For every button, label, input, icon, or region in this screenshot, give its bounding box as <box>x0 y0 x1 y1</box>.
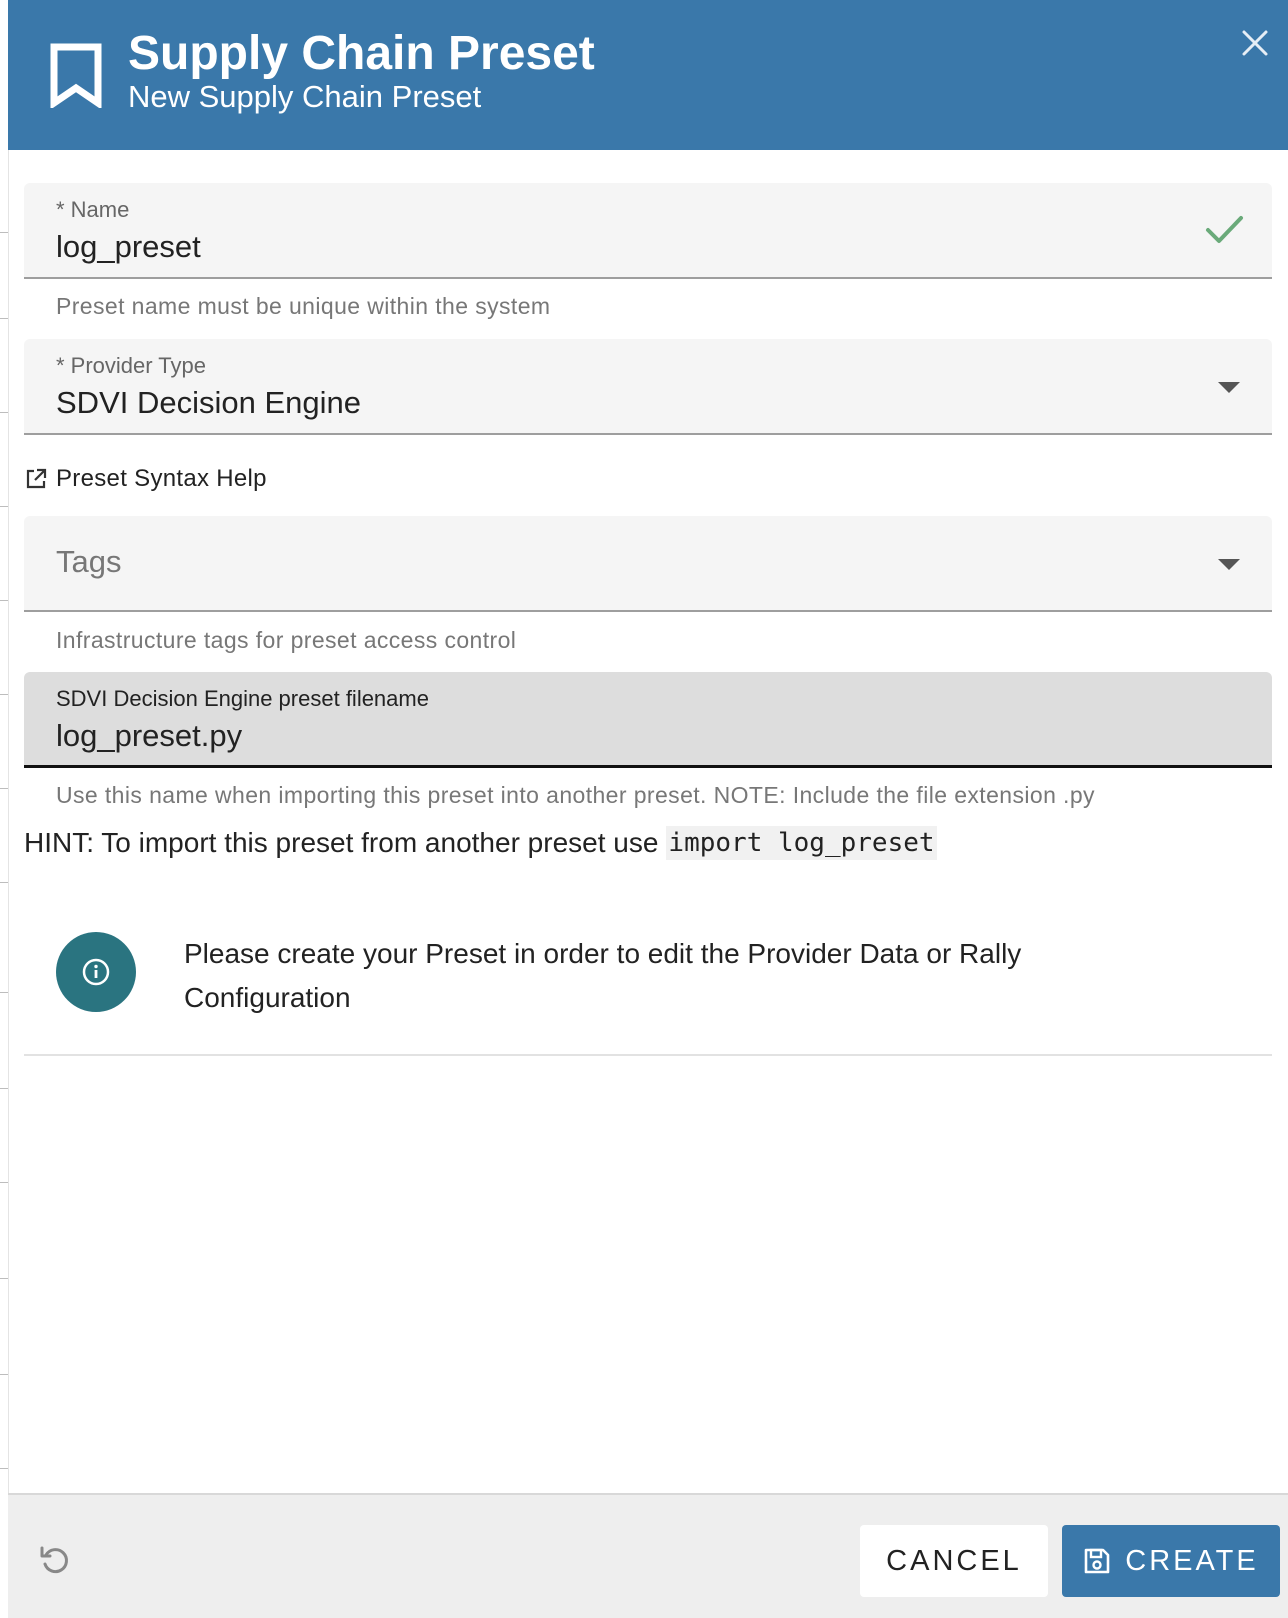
info-message: Please create your Preset in order to ed… <box>24 890 1272 1056</box>
background-divider <box>0 694 8 695</box>
dialog-header: Supply Chain Preset New Supply Chain Pre… <box>8 0 1288 150</box>
dialog-page: Supply Chain Preset New Supply Chain Pre… <box>0 0 1288 1618</box>
create-button-label: CREATE <box>1125 1544 1259 1577</box>
dialog-subtitle: New Supply Chain Preset <box>128 79 482 114</box>
name-field-label: * Name <box>56 197 130 222</box>
background-divider <box>0 992 8 993</box>
info-badge <box>56 932 136 1012</box>
preset-filename-value[interactable]: log_preset.py <box>56 718 242 754</box>
background-divider <box>0 1182 8 1183</box>
provider-type-label: * Provider Type <box>56 353 207 378</box>
dialog-title: Supply Chain Preset <box>128 27 595 80</box>
provider-type-select[interactable]: * Provider Type SDVI Decision Engine <box>24 339 1272 435</box>
background-divider <box>0 600 8 601</box>
background-divider <box>0 412 8 413</box>
preset-syntax-help-link[interactable]: Preset Syntax Help <box>24 464 267 494</box>
background-divider <box>0 1278 8 1279</box>
import-hint: HINT: To import this preset from another… <box>24 826 937 860</box>
background-divider <box>0 882 8 883</box>
preset-filename-field[interactable]: SDVI Decision Engine preset filename log… <box>24 672 1272 768</box>
chevron-down-icon[interactable] <box>1218 559 1240 570</box>
name-field[interactable]: * Name log_preset <box>24 183 1272 279</box>
bookmark-icon <box>50 43 102 108</box>
undo-icon[interactable] <box>38 1543 72 1577</box>
external-link-icon <box>26 468 47 489</box>
background-divider <box>0 506 8 507</box>
cancel-button[interactable]: CANCEL <box>860 1525 1048 1597</box>
info-icon <box>82 958 110 986</box>
background-divider <box>0 1374 8 1375</box>
background-divider <box>0 1468 8 1469</box>
preset-filename-helper-text: Use this name when importing this preset… <box>56 782 1095 808</box>
name-helper-text: Preset name must be unique within the sy… <box>56 293 551 319</box>
preset-filename-label: SDVI Decision Engine preset filename <box>56 686 429 711</box>
name-field-value[interactable]: log_preset <box>56 229 201 265</box>
chevron-down-icon[interactable] <box>1218 382 1240 393</box>
tags-helper-text: Infrastructure tags for preset access co… <box>56 627 517 653</box>
tags-select[interactable]: Tags <box>24 516 1272 612</box>
create-button[interactable]: CREATE <box>1062 1525 1280 1597</box>
preset-syntax-help-label: Preset Syntax Help <box>56 465 267 492</box>
close-icon[interactable] <box>1240 28 1270 58</box>
tags-placeholder: Tags <box>56 544 122 579</box>
background-divider <box>0 1088 8 1089</box>
cancel-button-label: CANCEL <box>886 1544 1022 1577</box>
provider-type-value: SDVI Decision Engine <box>56 385 361 420</box>
background-divider <box>0 232 8 233</box>
check-icon <box>1206 216 1243 243</box>
save-icon <box>1084 1548 1110 1574</box>
background-divider <box>0 318 8 319</box>
background-divider <box>0 788 8 789</box>
dialog-footer: CANCEL CREATE <box>8 1493 1288 1618</box>
import-hint-code: import log_preset <box>666 826 937 860</box>
background-page-edge <box>0 0 9 1618</box>
info-message-text: Please create your Preset in order to ed… <box>184 938 1022 1013</box>
import-hint-text: HINT: To import this preset from another… <box>24 827 659 858</box>
